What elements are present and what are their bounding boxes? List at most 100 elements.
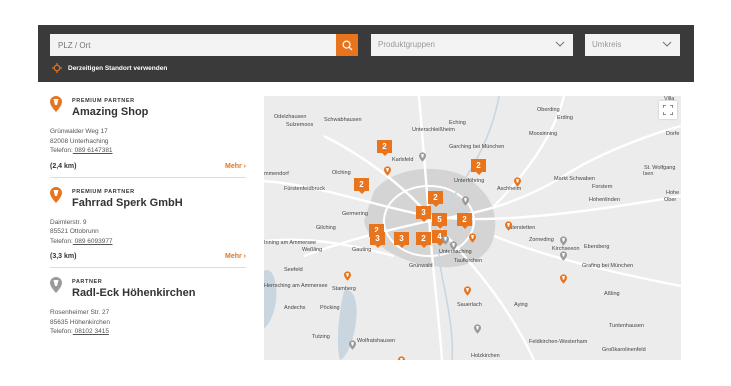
map-dealer-marker[interactable] — [384, 166, 391, 176]
map-place-label: Taufkirchen — [454, 258, 483, 264]
produktgruppen-select[interactable]: Produktgruppen — [371, 34, 573, 56]
dealer-address: Rosenheimer Str. 27 85635 Höhenkirchen T… — [50, 308, 246, 337]
map-cluster-marker[interactable]: 2 — [457, 213, 472, 229]
map-dealer-marker[interactable] — [474, 324, 481, 334]
dealer-phone-link[interactable]: 089 6093977 — [73, 238, 113, 245]
map-place-label: Moosinning — [529, 131, 558, 137]
dealer-card[interactable]: PREMIUM PARTNER Amazing Shop Grünwalder … — [50, 96, 246, 170]
map-cluster-marker[interactable]: 3 — [416, 206, 431, 222]
map-dealer-marker[interactable] — [560, 251, 567, 261]
map-place-label: Ebersberg — [584, 244, 610, 250]
dealer-phone-link[interactable]: 08102 3415 — [73, 328, 109, 335]
map-place-label: Feldkirchen-Westerham — [529, 339, 588, 345]
map-place-label: Gauting — [352, 247, 372, 253]
map-dealer-marker[interactable] — [442, 235, 449, 245]
search-icon — [342, 40, 353, 51]
map-place-label: Dorfe — [666, 131, 680, 137]
map-place-label: Zorneding — [529, 237, 554, 243]
map-place-label: Seefeld — [284, 267, 303, 273]
dealer-phone-link[interactable]: 089 6147381 — [73, 147, 113, 154]
use-location-link[interactable]: Derzeitigen Standort verwenden — [52, 63, 167, 73]
map-place-label: Grünwald — [409, 263, 433, 269]
map-cluster-marker[interactable]: 2 — [428, 191, 443, 207]
map-place-label: Tuntenhausen — [609, 323, 644, 329]
map-place-label: Hohe — [666, 190, 680, 196]
map-dealer-marker[interactable] — [514, 177, 521, 187]
map-place-label: Holzkirchen — [471, 353, 500, 359]
umkreis-select[interactable]: Umkreis — [585, 34, 680, 56]
map-dealer-marker[interactable] — [469, 233, 476, 243]
map-place-label: Grafing bei München — [582, 263, 634, 269]
map-place-label: mmendorf — [264, 171, 289, 177]
dealer-card[interactable]: PREMIUM PARTNER Fahrrad Sperk GmbH Daiml… — [50, 186, 246, 260]
dealer-list: PREMIUM PARTNER Amazing Shop Grünwalder … — [50, 96, 246, 386]
map-dealer-marker[interactable] — [560, 236, 567, 246]
map-cluster-marker[interactable]: 3 — [394, 232, 409, 248]
dealer-city: 82008 Unterhaching — [50, 137, 109, 145]
map[interactable]: Odelzhausen Sulzemoos Schwabhausen Eching Un… — [264, 96, 681, 360]
map-place-label: Unterschleißheim — [412, 127, 455, 133]
dealer-name[interactable]: Radl-Eck Höhenkirchen — [72, 287, 195, 299]
map-dealer-marker[interactable] — [462, 196, 469, 206]
fullscreen-icon — [663, 105, 673, 115]
use-location-label: Derzeitigen Standort verwenden — [68, 64, 168, 72]
map-cluster-marker[interactable]: 2 — [377, 140, 392, 156]
dealer-city: 85635 Höhenkirchen — [50, 318, 110, 326]
map-place-label: Sauerlach — [457, 302, 482, 308]
map-place-label: Unterföhring — [454, 178, 485, 184]
map-place-label: Fürstenfeldbruck — [284, 186, 325, 192]
map-dealer-marker[interactable] — [560, 274, 567, 284]
dealer-distance: (2,4 km) — [50, 162, 77, 170]
map-place-label: Oberding — [537, 107, 560, 113]
map-cluster-marker[interactable]: 2 — [416, 232, 431, 248]
map-place-label: Tutzing — [312, 334, 330, 340]
dealer-card[interactable]: PARTNER Radl-Eck Höhenkirchen Rosenheime… — [50, 277, 246, 337]
dealer-street: Grünwalder Weg 17 — [50, 128, 108, 135]
plz-input[interactable] — [50, 34, 336, 56]
chevron-down-icon — [662, 41, 672, 47]
map-place-label: Isen — [643, 171, 654, 177]
crosshair-icon — [52, 63, 62, 73]
map-cluster-marker[interactable]: 5 — [432, 213, 447, 229]
dealer-name[interactable]: Fahrrad Sperk GmbH — [72, 197, 183, 209]
map-place-label: Garching bei München — [449, 144, 505, 150]
map-place-label: Stamberg — [332, 286, 356, 292]
dealer-address: Daimlerstr. 9 85521 Ottobrunn Telefon: 0… — [50, 218, 246, 247]
map-place-label: Pöcking — [320, 305, 340, 311]
divider — [50, 176, 246, 178]
search-button[interactable] — [336, 34, 358, 56]
map-place-label: Schwabhausen — [324, 117, 362, 123]
map-cluster-marker[interactable]: 3 — [370, 232, 385, 248]
dealer-tier: PARTNER — [72, 279, 103, 285]
map-place-label: Herrsching am Ammersee — [264, 283, 328, 289]
map-dealer-marker[interactable] — [344, 271, 351, 281]
map-place-label: Inning am Ammersee — [264, 240, 316, 246]
dealer-header: PARTNER Radl-Eck Höhenkirchen — [50, 277, 246, 299]
map-place-label: Hohenlinden — [589, 197, 620, 203]
produktgruppen-label: Produktgruppen — [378, 40, 435, 49]
map-dealer-marker[interactable] — [398, 356, 405, 360]
more-link[interactable]: Mehr › — [225, 253, 246, 260]
more-link[interactable]: Mehr › — [225, 163, 246, 170]
dealer-name[interactable]: Amazing Shop — [72, 106, 148, 118]
map-place-label: Aßling — [604, 291, 620, 297]
map-place-label: Olching — [332, 170, 351, 176]
map-place-label: Germering — [342, 211, 368, 217]
premium-pin-icon — [50, 96, 62, 112]
map-place-label: Forstern — [592, 184, 613, 190]
dealer-locator-page: Produktgruppen Umkreis Derzeitigen Stand… — [0, 0, 731, 386]
map-place-label: Weßling — [302, 247, 323, 253]
map-cluster-marker[interactable]: 2 — [471, 159, 486, 175]
map-place-label: St. Wolfgang — [644, 165, 676, 171]
map-dealer-marker[interactable] — [349, 340, 356, 350]
map-cluster-marker[interactable]: 2 — [354, 178, 369, 194]
fullscreen-button[interactable] — [659, 101, 677, 119]
tel-label: Telefon: — [50, 237, 73, 245]
map-dealer-marker[interactable] — [419, 152, 426, 162]
chevron-down-icon — [555, 41, 565, 47]
map-dealer-marker[interactable] — [505, 221, 512, 231]
tel-label: Telefon: — [50, 147, 73, 154]
dealer-city: 85521 Ottobrunn — [50, 228, 99, 235]
map-dealer-marker[interactable] — [450, 241, 457, 251]
map-dealer-marker[interactable] — [464, 286, 471, 296]
